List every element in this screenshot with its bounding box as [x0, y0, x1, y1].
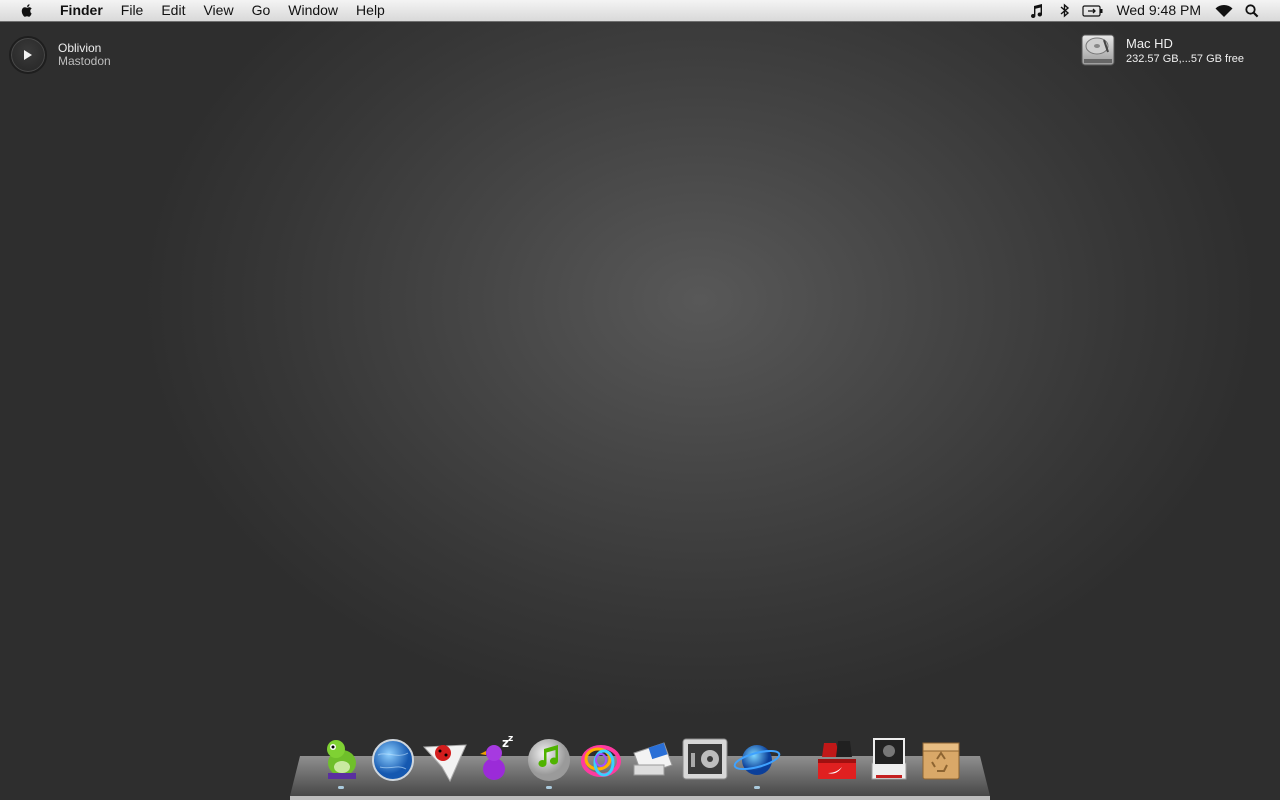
wifi-icon[interactable]	[1213, 0, 1235, 21]
spotlight-search-icon[interactable]	[1241, 0, 1263, 21]
disk-widget[interactable]: Mac HD 232.57 GB,...57 GB free	[1080, 32, 1244, 68]
go-menu[interactable]: Go	[243, 0, 280, 21]
play-icon	[24, 50, 32, 60]
itunes-note-icon[interactable]	[1026, 0, 1048, 21]
hard-drive-icon[interactable]	[1080, 32, 1116, 68]
purple-duck-icon[interactable]: zz	[472, 733, 522, 783]
adium-dino-icon[interactable]	[316, 733, 366, 789]
trash-box-icon[interactable]	[916, 733, 966, 783]
view-menu[interactable]: View	[194, 0, 242, 21]
photo-stack-icon[interactable]	[864, 733, 914, 783]
sneakers-box-icon[interactable]	[812, 733, 862, 783]
safari-globe-icon[interactable]	[368, 733, 418, 783]
planet-browser-icon[interactable]	[732, 733, 782, 789]
stamp-mail-icon[interactable]	[628, 733, 678, 783]
disk-free-space: 232.57 GB,...57 GB free	[1126, 53, 1245, 65]
itunes-icon[interactable]	[524, 733, 574, 789]
menu-bar: Finder File Edit View Go Window Help Wed…	[0, 0, 1280, 22]
finder-menu[interactable]: Finder	[51, 0, 112, 21]
menubar-clock[interactable]: Wed 9:48 PM	[1107, 0, 1210, 21]
now-playing-widget: Oblivion Mastodon	[9, 36, 111, 74]
help-menu[interactable]: Help	[347, 0, 394, 21]
bluetooth-icon[interactable]	[1054, 0, 1076, 21]
window-menu[interactable]: Window	[279, 0, 347, 21]
dock: zz	[316, 733, 968, 789]
disk-name: Mac HD	[1126, 36, 1173, 51]
file-menu[interactable]: File	[112, 0, 153, 21]
play-button[interactable]	[9, 36, 47, 74]
tweetie-bird-icon[interactable]	[420, 733, 470, 783]
system-preferences-icon[interactable]	[680, 733, 730, 783]
apple-menu-icon[interactable]	[17, 3, 37, 18]
edit-menu[interactable]: Edit	[152, 0, 194, 21]
svg-text:z: z	[508, 734, 513, 744]
battery-icon[interactable]	[1082, 0, 1104, 21]
track-artist: Mastodon	[58, 54, 111, 68]
colorful-rings-icon[interactable]	[576, 733, 626, 783]
